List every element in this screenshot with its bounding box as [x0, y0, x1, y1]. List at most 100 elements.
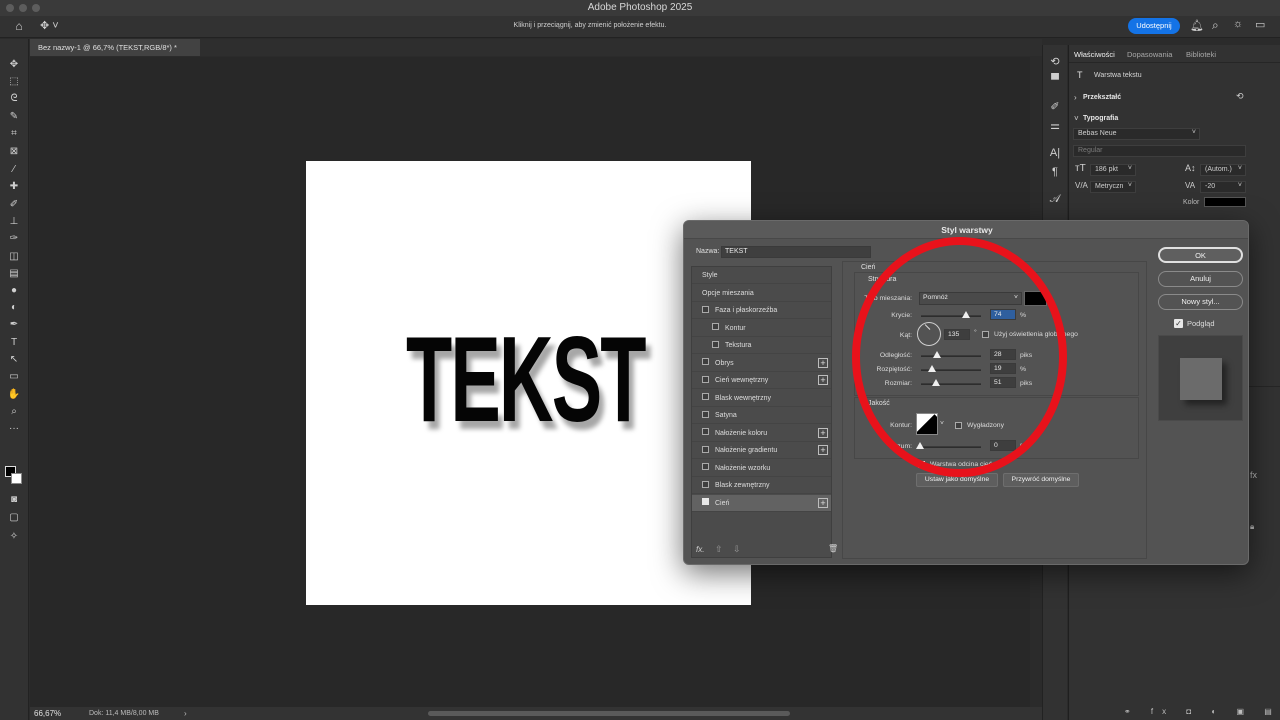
style-item-checkbox[interactable]: [702, 428, 709, 435]
style-item[interactable]: Tekstura: [692, 337, 831, 354]
gradient-tool-icon[interactable]: ▤: [6, 267, 22, 281]
search-icon[interactable]: ⌕: [1212, 18, 1219, 33]
style-item-checkbox[interactable]: [702, 463, 709, 470]
leading-field[interactable]: (Autom.)˅: [1200, 164, 1246, 176]
blur-tool-icon[interactable]: ●: [6, 284, 22, 298]
kerning-field[interactable]: Metryczn˅: [1090, 181, 1136, 193]
lasso-tool-icon[interactable]: ᘓ: [6, 92, 22, 106]
add-effect-plus-icon[interactable]: +: [818, 498, 828, 508]
cancel-button[interactable]: Anuluj: [1158, 271, 1243, 287]
crop-tool-icon[interactable]: ⌗: [6, 127, 22, 141]
workspace-icon[interactable]: ▭: [1255, 18, 1265, 31]
history-panel-icon[interactable]: ⟲: [1048, 55, 1062, 69]
transform-section[interactable]: Przekształć: [1083, 94, 1121, 101]
style-item[interactable]: Style: [692, 267, 831, 284]
style-item[interactable]: Cień+: [692, 495, 831, 512]
move-up-icon[interactable]: ⇧: [715, 544, 723, 555]
style-item-checkbox[interactable]: [702, 393, 709, 400]
discover-lightbulb-icon[interactable]: ☼: [1233, 18, 1243, 30]
lock-icon[interactable]: 🔒︎: [1250, 522, 1254, 532]
eraser-tool-icon[interactable]: ◫: [6, 250, 22, 264]
style-item[interactable]: Kontur: [692, 320, 831, 337]
move-tool-icon[interactable]: ✥: [6, 58, 22, 72]
style-item[interactable]: Nałożenie gradientu+: [692, 442, 831, 459]
style-item[interactable]: Blask wewnętrzny: [692, 390, 831, 407]
add-effect-plus-icon[interactable]: +: [818, 428, 828, 438]
healing-brush-tool-icon[interactable]: ✚: [6, 180, 22, 194]
style-item-checkbox[interactable]: [702, 411, 709, 418]
comments-panel-icon[interactable]: ▀: [1048, 73, 1062, 87]
history-brush-tool-icon[interactable]: ✑: [6, 232, 22, 246]
fx-icon[interactable]: fx: [1250, 470, 1257, 480]
canvas-text-layer[interactable]: TEKST: [406, 318, 645, 440]
font-size-field[interactable]: 186 pkt˅: [1090, 164, 1136, 176]
document-info[interactable]: Dok: 11,4 MB/8,00 MB: [89, 710, 159, 717]
style-item[interactable]: Obrys+: [692, 355, 831, 372]
tab-properties[interactable]: Właściwości: [1074, 50, 1115, 59]
zoom-tool-icon[interactable]: ⌕: [6, 405, 22, 419]
background-color-swatch[interactable]: [11, 473, 22, 484]
horizontal-scrollbar[interactable]: [428, 711, 790, 716]
style-item-checkbox[interactable]: [712, 341, 719, 348]
font-style-select[interactable]: Regular: [1073, 145, 1246, 157]
preview-checkbox[interactable]: ✓: [1174, 319, 1183, 328]
type-tool-icon[interactable]: T: [6, 336, 22, 350]
style-item-checkbox[interactable]: [702, 498, 709, 505]
transform-chevron-icon[interactable]: ›: [1074, 93, 1077, 102]
move-down-icon[interactable]: ⇩: [733, 544, 741, 555]
style-item-checkbox[interactable]: [702, 446, 709, 453]
status-menu-chevron-icon[interactable]: ›: [184, 709, 187, 718]
tab-libraries[interactable]: Biblioteki: [1186, 50, 1216, 59]
style-item-checkbox[interactable]: [702, 306, 709, 313]
add-effect-plus-icon[interactable]: +: [818, 358, 828, 368]
typography-section[interactable]: Typografia: [1083, 115, 1118, 122]
delete-effect-icon[interactable]: 🗑︎: [828, 544, 838, 553]
typography-chevron-icon[interactable]: ˅: [1074, 114, 1079, 123]
character-panel-icon[interactable]: A|: [1048, 146, 1062, 160]
reset-default-button[interactable]: Przywróć domyślne: [1003, 473, 1079, 487]
glyphs-panel-icon[interactable]: 𝒜: [1048, 192, 1062, 206]
pen-tool-icon[interactable]: ✒: [6, 318, 22, 332]
frame-tool-icon[interactable]: ⊠: [6, 145, 22, 159]
font-family-select[interactable]: Bebas Neue˅: [1073, 128, 1200, 140]
brush-tool-icon[interactable]: ✐: [6, 198, 22, 212]
style-item[interactable]: Nałożenie koloru+: [692, 425, 831, 442]
style-item-checkbox[interactable]: [712, 323, 719, 330]
fx-add-style-icon[interactable]: fx.: [696, 545, 704, 554]
ok-button[interactable]: OK: [1158, 247, 1243, 263]
new-style-button[interactable]: Nowy styl...: [1158, 294, 1243, 310]
clone-stamp-tool-icon[interactable]: ⊥: [6, 215, 22, 229]
style-item[interactable]: Cień wewnętrzny+: [692, 372, 831, 389]
name-field[interactable]: TEKST: [721, 246, 871, 258]
adjustments-panel-icon[interactable]: ⚌: [1048, 119, 1062, 133]
brush-settings-icon[interactable]: ✐: [1048, 100, 1062, 114]
shape-tool-icon[interactable]: ▭: [6, 370, 22, 384]
object-selection-tool-icon[interactable]: ✎: [6, 110, 22, 124]
bell-icon[interactable]: 🔔︎: [1190, 19, 1204, 32]
hand-tool-icon[interactable]: ✋: [6, 388, 22, 402]
generative-icon[interactable]: ✧: [6, 530, 22, 544]
style-item[interactable]: Satyna: [692, 407, 831, 424]
screen-mode-icon[interactable]: ▢: [6, 511, 22, 525]
style-item[interactable]: Opcje mieszania: [692, 285, 831, 302]
document-tab[interactable]: Bez nazwy-1 @ 66,7% (TEKST,RGB/8*) *: [30, 39, 200, 56]
dodge-tool-icon[interactable]: ◐: [6, 301, 22, 315]
text-color-swatch[interactable]: [1204, 197, 1246, 207]
tab-adjustments[interactable]: Dopasowania: [1127, 50, 1172, 59]
share-button[interactable]: Udostępnij: [1128, 18, 1180, 34]
path-selection-tool-icon[interactable]: ↖: [6, 353, 22, 367]
style-item[interactable]: Faza i płaskorzeźba: [692, 302, 831, 319]
reset-transform-icon[interactable]: ⟲: [1236, 91, 1244, 102]
style-item-checkbox[interactable]: [702, 358, 709, 365]
style-item[interactable]: Blask zewnętrzny: [692, 477, 831, 494]
add-effect-plus-icon[interactable]: +: [818, 375, 828, 385]
style-item-checkbox[interactable]: [702, 481, 709, 488]
style-item-checkbox[interactable]: [702, 376, 709, 383]
quick-mask-icon[interactable]: ◙: [6, 493, 22, 507]
marquee-tool-icon[interactable]: ⬚: [6, 75, 22, 89]
eyedropper-tool-icon[interactable]: ⁄: [6, 163, 22, 177]
layers-bottom-icons[interactable]: ⚭ fx ◘ ◐ ▣ ▤ 🗑︎: [1124, 707, 1280, 716]
paragraph-panel-icon[interactable]: ¶: [1048, 165, 1062, 179]
zoom-level[interactable]: 66,67%: [34, 709, 61, 718]
add-effect-plus-icon[interactable]: +: [818, 445, 828, 455]
